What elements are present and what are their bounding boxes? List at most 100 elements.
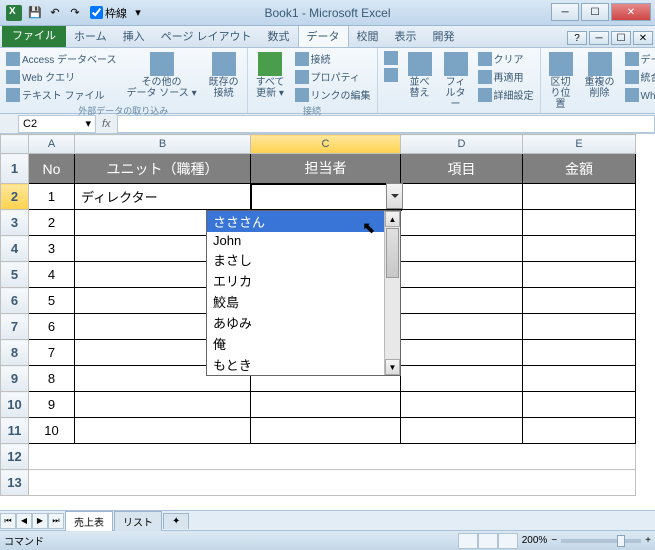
dropdown-item-6[interactable]: 俺: [207, 333, 400, 354]
cell-E6[interactable]: [523, 288, 636, 314]
btn-properties[interactable]: プロパティ: [293, 68, 373, 85]
tab-formula[interactable]: 数式: [260, 25, 298, 47]
row-header-3[interactable]: 3: [1, 210, 29, 236]
cell-B10[interactable]: [75, 392, 251, 418]
cell-D6[interactable]: [401, 288, 523, 314]
cell-A2[interactable]: 1: [29, 184, 75, 210]
cell-A10[interactable]: 9: [29, 392, 75, 418]
col-header-C[interactable]: C: [251, 135, 401, 154]
cell-D9[interactable]: [401, 366, 523, 392]
header-tantou[interactable]: 担当者: [251, 154, 401, 184]
cell-A3[interactable]: 2: [29, 210, 75, 236]
row-header-6[interactable]: 6: [1, 288, 29, 314]
cell-A11[interactable]: 10: [29, 418, 75, 444]
cell-E8[interactable]: [523, 340, 636, 366]
sheet-tab-1[interactable]: 売上表: [65, 511, 113, 531]
gridlines-checkbox[interactable]: [90, 6, 103, 19]
cell-B11[interactable]: [75, 418, 251, 444]
cell-E7[interactable]: [523, 314, 636, 340]
header-no[interactable]: No: [29, 154, 75, 184]
undo-button[interactable]: ↶: [46, 4, 64, 22]
zoom-slider[interactable]: [561, 539, 641, 543]
dropdown-item-5[interactable]: あゆみ: [207, 312, 400, 333]
redo-button[interactable]: ↷: [66, 4, 84, 22]
btn-reapply[interactable]: 再適用: [476, 68, 536, 85]
save-button[interactable]: 💾: [26, 4, 44, 22]
qat-more[interactable]: ▾: [129, 4, 147, 22]
formula-input[interactable]: [117, 115, 655, 133]
cell-B2[interactable]: ディレクター: [75, 184, 251, 210]
dropdown-item-4[interactable]: 鮫島: [207, 291, 400, 312]
row-header-4[interactable]: 4: [1, 236, 29, 262]
dropdown-item-7[interactable]: もとき: [207, 354, 400, 375]
cell-C11[interactable]: [251, 418, 401, 444]
btn-advanced[interactable]: 詳細設定: [476, 86, 536, 103]
btn-from-web[interactable]: Web クエリ: [4, 68, 119, 85]
row-header-13[interactable]: 13: [1, 470, 29, 496]
view-page-layout[interactable]: [478, 533, 498, 549]
row-header-7[interactable]: 7: [1, 314, 29, 340]
btn-remove-duplicates[interactable]: 重複の 削除: [581, 50, 619, 101]
btn-filter[interactable]: フィルター: [440, 50, 472, 112]
tab-review[interactable]: 校閲: [349, 25, 387, 47]
tab-view[interactable]: 表示: [387, 25, 425, 47]
zoom-knob[interactable]: [617, 535, 625, 547]
btn-text-to-columns[interactable]: 区切り位置: [545, 50, 577, 112]
col-header-B[interactable]: B: [75, 135, 251, 154]
cell-D3[interactable]: [401, 210, 523, 236]
view-normal[interactable]: [458, 533, 478, 549]
cell-empty[interactable]: [29, 444, 636, 470]
btn-sort[interactable]: 並べ替え: [404, 50, 436, 101]
cell-D2[interactable]: [401, 184, 523, 210]
btn-data-validation[interactable]: データの入力規則 ▾: [623, 50, 655, 67]
btn-consolidate[interactable]: 統合: [623, 68, 655, 85]
header-amount[interactable]: 金額: [523, 154, 636, 184]
btn-edit-links[interactable]: リンクの編集: [293, 86, 373, 103]
cell-E10[interactable]: [523, 392, 636, 418]
col-header-A[interactable]: A: [29, 135, 75, 154]
cell-A8[interactable]: 7: [29, 340, 75, 366]
col-header-E[interactable]: E: [523, 135, 636, 154]
sheet-nav-prev[interactable]: ◀: [16, 513, 32, 529]
cell-A9[interactable]: 8: [29, 366, 75, 392]
btn-from-access[interactable]: Access データベース: [4, 50, 119, 67]
dropdown-button[interactable]: [386, 183, 403, 209]
btn-sort-asc[interactable]: [382, 50, 400, 66]
sheet-nav-first[interactable]: ⏮: [0, 513, 16, 529]
cell-E11[interactable]: [523, 418, 636, 444]
cell-D4[interactable]: [401, 236, 523, 262]
tab-dev[interactable]: 開発: [425, 25, 463, 47]
scroll-up-button[interactable]: ▲: [385, 211, 400, 227]
btn-refresh-all[interactable]: すべて 更新 ▾: [252, 50, 289, 101]
help-button[interactable]: ?: [567, 31, 587, 45]
cell-E9[interactable]: [523, 366, 636, 392]
cell-A4[interactable]: 3: [29, 236, 75, 262]
row-header-10[interactable]: 10: [1, 392, 29, 418]
tab-home[interactable]: ホーム: [66, 25, 115, 47]
sheet-tab-2[interactable]: リスト: [114, 511, 162, 531]
tab-data[interactable]: データ: [298, 24, 349, 47]
cell-C2[interactable]: [251, 184, 401, 210]
cell-empty[interactable]: [29, 470, 636, 496]
select-all-corner[interactable]: [1, 135, 29, 154]
cell-E3[interactable]: [523, 210, 636, 236]
btn-clear-filter[interactable]: クリア: [476, 50, 536, 67]
row-header-1[interactable]: 1: [1, 154, 29, 184]
cell-D5[interactable]: [401, 262, 523, 288]
cell-A7[interactable]: 6: [29, 314, 75, 340]
dropdown-scrollbar[interactable]: ▲ ▼: [384, 211, 400, 375]
zoom-out[interactable]: −: [551, 535, 557, 546]
scroll-thumb[interactable]: [386, 228, 399, 278]
cell-D8[interactable]: [401, 340, 523, 366]
btn-other-sources[interactable]: その他の データ ソース ▾: [123, 50, 201, 101]
sheet-nav-next[interactable]: ▶: [32, 513, 48, 529]
row-header-2[interactable]: 2: [1, 184, 29, 210]
col-header-D[interactable]: D: [401, 135, 523, 154]
btn-whatif[interactable]: What-If 分析 ▾: [623, 86, 655, 103]
doc-restore[interactable]: ☐: [611, 31, 631, 45]
cell-E5[interactable]: [523, 262, 636, 288]
doc-minimize[interactable]: ─: [589, 31, 609, 45]
zoom-in[interactable]: +: [645, 535, 651, 546]
cell-D11[interactable]: [401, 418, 523, 444]
row-header-9[interactable]: 9: [1, 366, 29, 392]
